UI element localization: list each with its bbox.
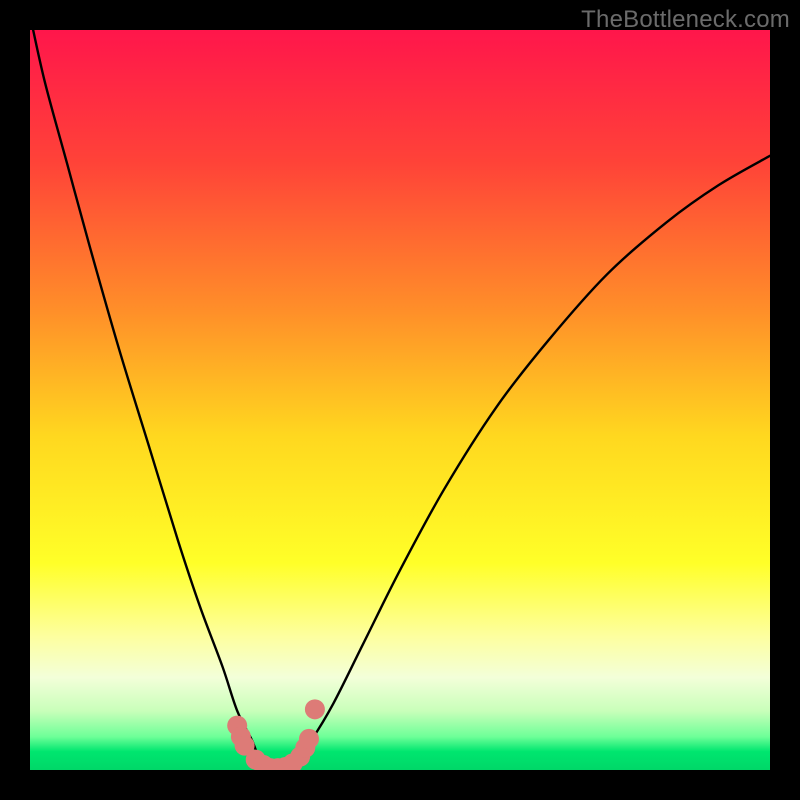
chart-frame: TheBottleneck.com <box>0 0 800 800</box>
gradient-background <box>30 30 770 770</box>
highlight-point <box>305 699 325 719</box>
plot-area <box>30 30 770 770</box>
bottleneck-chart <box>30 30 770 770</box>
highlight-point <box>299 729 319 749</box>
watermark-label: TheBottleneck.com <box>581 6 790 34</box>
